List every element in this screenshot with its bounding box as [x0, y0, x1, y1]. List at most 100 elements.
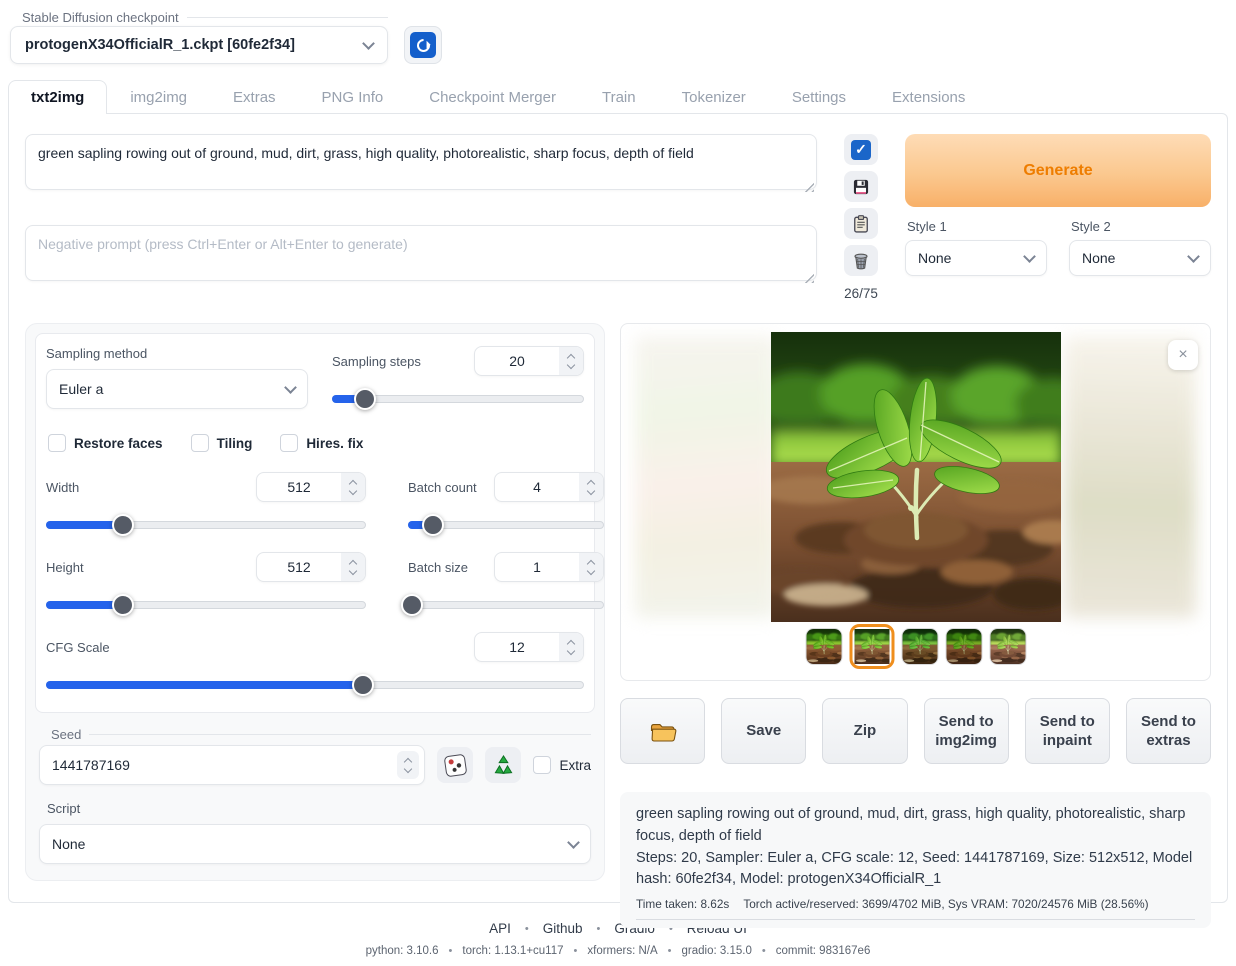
close-gallery-button[interactable]: ×	[1168, 340, 1198, 370]
checkbox-icon	[191, 434, 209, 452]
stepper-arrows[interactable]	[559, 347, 583, 375]
style1-select[interactable]: None	[905, 240, 1047, 276]
style2-value: None	[1082, 250, 1115, 266]
batch-size-slider[interactable]	[408, 594, 604, 616]
token-counter: 26/75	[844, 286, 878, 301]
thumbnail-1[interactable]	[805, 628, 842, 665]
prompt-input[interactable]: green sapling rowing out of ground, mud,…	[25, 134, 817, 190]
sampling-steps-input[interactable]: 20	[474, 346, 584, 376]
height-value: 512	[257, 553, 341, 581]
vram-stats: Torch active/reserved: 3699/4702 MiB, Sy…	[743, 897, 1148, 911]
generate-button[interactable]: Generate	[905, 134, 1211, 207]
refresh-checkpoint-button[interactable]	[404, 26, 442, 64]
script-select[interactable]: None	[39, 824, 591, 864]
paste-button[interactable]: ✓	[844, 134, 878, 165]
stepper-arrows[interactable]	[579, 473, 603, 501]
open-folder-button[interactable]	[620, 698, 705, 764]
restore-faces-checkbox[interactable]: Restore faces	[48, 434, 163, 452]
time-taken: Time taken: 8.62s	[636, 897, 729, 911]
style2-label: Style 2	[1069, 219, 1211, 234]
stepper-arrows[interactable]	[397, 751, 419, 779]
extra-seed-checkbox[interactable]: Extra	[533, 756, 591, 774]
extra-label: Extra	[559, 758, 591, 773]
hires-fix-checkbox[interactable]: Hires. fix	[280, 434, 363, 452]
cfg-scale-label: CFG Scale	[46, 640, 110, 655]
sampling-steps-value: 20	[475, 347, 559, 375]
save-style-button[interactable]	[844, 171, 878, 202]
sampling-method-value: Euler a	[59, 381, 103, 397]
thumbnail-2-selected[interactable]	[849, 624, 894, 669]
height-slider[interactable]	[46, 594, 366, 616]
batch-count-slider[interactable]	[408, 514, 604, 536]
tab-extensions[interactable]: Extensions	[869, 80, 988, 114]
batch-size-input[interactable]: 1	[494, 552, 604, 582]
tab-txt2img[interactable]: txt2img	[8, 80, 107, 114]
cfg-scale-value: 12	[475, 633, 559, 661]
negative-prompt-input[interactable]	[25, 225, 817, 281]
chevron-down-icon	[284, 381, 297, 394]
script-value: None	[52, 836, 85, 852]
batch-count-input[interactable]: 4	[494, 472, 604, 502]
generation-settings-panel: Sampling method Euler a Sampling steps 2…	[25, 323, 605, 881]
checkpoint-select[interactable]: protogenX34OfficialR_1.ckpt [60fe2f34]	[10, 26, 388, 64]
tab-settings[interactable]: Settings	[769, 80, 869, 114]
thumbnail-5[interactable]	[989, 628, 1026, 665]
stepper-arrows[interactable]	[341, 473, 365, 501]
random-seed-button[interactable]	[437, 747, 473, 783]
clear-prompt-button[interactable]	[844, 245, 878, 276]
send-to-img2img-button[interactable]: Send to img2img	[924, 698, 1009, 764]
trash-icon	[851, 251, 871, 271]
hires-fix-label: Hires. fix	[306, 436, 363, 451]
apply-style-button[interactable]	[844, 208, 878, 239]
checkbox-icon	[48, 434, 66, 452]
save-button[interactable]: Save	[721, 698, 806, 764]
reuse-seed-button[interactable]	[485, 747, 521, 783]
send-to-inpaint-button[interactable]: Send to inpaint	[1025, 698, 1110, 764]
cfg-scale-input[interactable]: 12	[474, 632, 584, 662]
sampling-method-label: Sampling method	[46, 346, 308, 361]
tab-png-info[interactable]: PNG Info	[299, 80, 407, 114]
txt2img-panel: green sapling rowing out of ground, mud,…	[8, 113, 1228, 903]
generation-info-panel: green sapling rowing out of ground, mud,…	[620, 792, 1211, 928]
zip-button[interactable]: Zip	[822, 698, 907, 764]
sampling-steps-slider[interactable]	[332, 388, 584, 410]
seed-value-field[interactable]	[40, 746, 392, 784]
sampling-method-select[interactable]: Euler a	[46, 369, 308, 409]
style2-select[interactable]: None	[1069, 240, 1211, 276]
script-label: Script	[39, 801, 591, 816]
width-label: Width	[46, 480, 79, 495]
gallery-ghost-right	[1064, 336, 1196, 618]
style1-value: None	[918, 250, 951, 266]
tab-checkpoint-merger[interactable]: Checkpoint Merger	[406, 80, 579, 114]
checkpoint-value: protogenX34OfficialR_1.ckpt [60fe2f34]	[25, 37, 295, 53]
batch-count-label: Batch count	[408, 480, 477, 495]
generated-image[interactable]	[771, 332, 1061, 622]
stepper-arrows[interactable]	[559, 633, 583, 661]
tab-tokenizer[interactable]: Tokenizer	[659, 80, 769, 114]
send-to-extras-button[interactable]: Send to extras	[1126, 698, 1211, 764]
seed-input[interactable]	[39, 745, 425, 785]
height-label: Height	[46, 560, 84, 575]
refresh-icon	[410, 32, 436, 58]
chevron-down-icon	[1023, 250, 1036, 263]
thumbnail-4[interactable]	[945, 628, 982, 665]
info-params: Steps: 20, Sampler: Euler a, CFG scale: …	[636, 848, 1195, 892]
height-input[interactable]: 512	[256, 552, 366, 582]
main-tabs: txt2img img2img Extras PNG Info Checkpoi…	[8, 80, 1228, 113]
chevron-down-icon	[362, 37, 375, 50]
version-info: python: 3.10.6• torch: 1.13.1+cu117• xfo…	[0, 945, 1236, 957]
stepper-arrows[interactable]	[341, 553, 365, 581]
thumbnail-3[interactable]	[901, 628, 938, 665]
tab-extras[interactable]: Extras	[210, 80, 299, 114]
tiling-checkbox[interactable]: Tiling	[191, 434, 253, 452]
floppy-disk-icon	[851, 177, 871, 197]
checkbox-icon	[280, 434, 298, 452]
width-slider[interactable]	[46, 514, 366, 536]
tab-img2img[interactable]: img2img	[107, 80, 210, 114]
width-input[interactable]: 512	[256, 472, 366, 502]
cfg-scale-slider[interactable]	[46, 674, 584, 696]
chevron-down-icon	[567, 836, 580, 849]
tab-train[interactable]: Train	[579, 80, 659, 114]
stable-diffusion-webui: Stable Diffusion checkpoint protogenX34O…	[0, 0, 1236, 966]
stepper-arrows[interactable]	[579, 553, 603, 581]
